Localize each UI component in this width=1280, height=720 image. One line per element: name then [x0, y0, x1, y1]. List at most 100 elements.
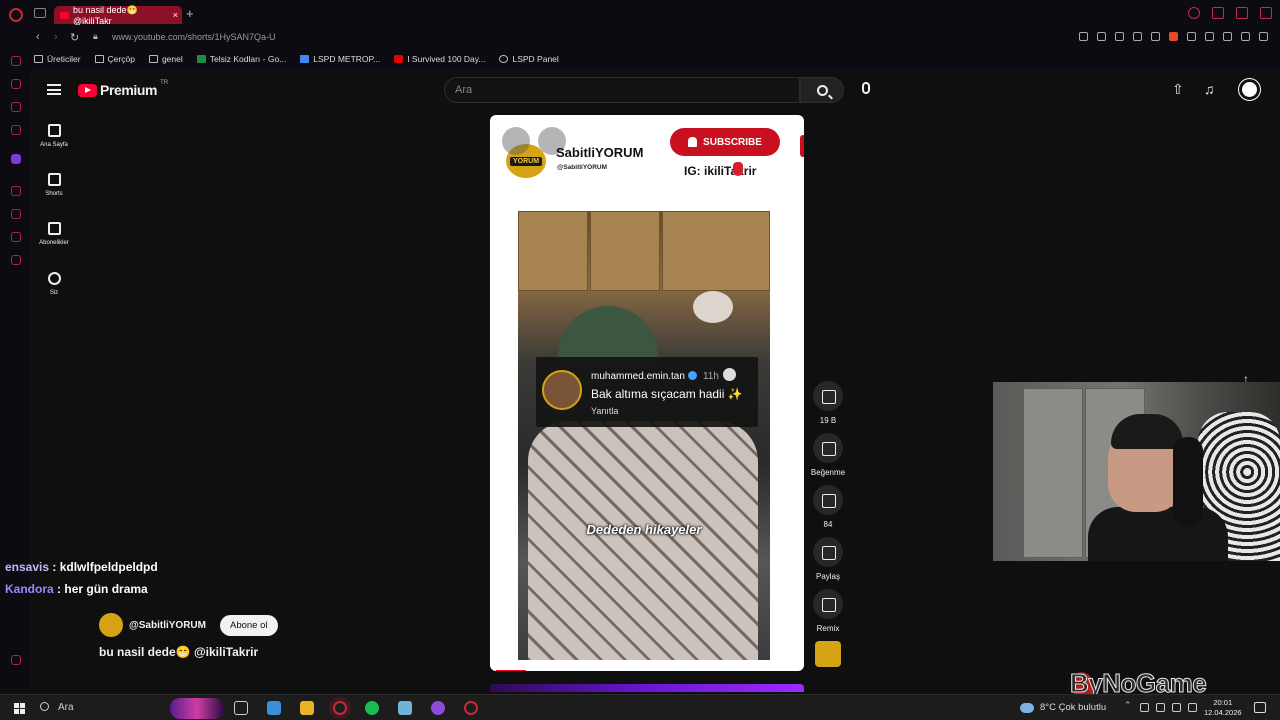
profile-icon[interactable]	[1205, 32, 1214, 41]
folder-icon	[34, 55, 43, 63]
next-short-preview[interactable]	[490, 684, 804, 692]
windows-start-icon[interactable]	[14, 703, 25, 714]
mic-tray-icon[interactable]	[1156, 703, 1165, 712]
gx-icon[interactable]	[11, 655, 21, 665]
guide-label: Shorts	[45, 191, 63, 197]
tab-manager-icon[interactable]	[34, 8, 46, 18]
search-highlight-image[interactable]	[170, 698, 224, 719]
history-icon[interactable]	[11, 209, 21, 219]
tray-app-icon[interactable]	[1140, 703, 1149, 712]
system-clock[interactable]: 20:01 12.04.2026	[1204, 698, 1242, 718]
bookmark-label: LSPD Panel	[512, 54, 559, 64]
extensions-icon[interactable]	[11, 232, 21, 242]
task-view-icon[interactable]	[234, 701, 248, 715]
news-icon[interactable]	[11, 125, 21, 135]
chat-icon[interactable]	[11, 102, 21, 112]
home-icon	[47, 124, 61, 137]
ai-icon[interactable]	[1241, 32, 1250, 41]
play-pause-button[interactable]	[502, 127, 530, 155]
twitch-icon[interactable]	[11, 154, 21, 164]
tab-active[interactable]: bu nasil dede😁 @ikiliTakr ×	[54, 5, 182, 26]
subscriptions-icon	[47, 222, 61, 235]
notifications-bell-icon[interactable]: ♫	[1204, 82, 1215, 96]
maximize-icon[interactable]	[1236, 7, 1248, 19]
extension-icon[interactable]	[1187, 32, 1196, 41]
short-video-player[interactable]: YORUM SabitliYORUM @SabitliYORUM SUBSCRI…	[490, 115, 804, 671]
microphone-icon[interactable]	[862, 82, 870, 94]
kitchen-cabinet	[518, 211, 588, 291]
vpn-icon[interactable]	[398, 701, 412, 715]
channel-avatar[interactable]	[99, 613, 123, 637]
messenger-icon[interactable]	[11, 56, 21, 66]
minimize-icon[interactable]	[1212, 7, 1224, 19]
sound-thumbnail[interactable]	[815, 641, 841, 667]
guide-item-home[interactable]: Ana Sayfa	[30, 124, 78, 148]
snapshot-icon[interactable]	[1097, 32, 1106, 41]
guide-item-shorts[interactable]: Shorts	[30, 173, 78, 197]
network-icon[interactable]	[1172, 703, 1181, 712]
new-tab-button[interactable]: +	[186, 6, 194, 21]
bookmark-item[interactable]: Telsiz Kodları - Go...	[196, 54, 286, 64]
bookmark-label: Üreticiler	[47, 54, 81, 64]
bookmark-item[interactable]: Üreticiler	[34, 54, 81, 64]
bookmark-item[interactable]: genel	[148, 54, 183, 64]
pin-icon[interactable]	[1079, 32, 1088, 41]
channel-handle[interactable]: @SabitliYORUM	[129, 620, 206, 631]
volume-icon[interactable]	[1188, 703, 1197, 712]
webcam-overlay	[993, 382, 1280, 561]
reload-icon[interactable]: ↻	[70, 31, 79, 44]
wardrobe-door	[1023, 388, 1083, 558]
bookmark-item[interactable]: LSPD Panel	[499, 54, 559, 64]
account-avatar[interactable]	[1238, 78, 1261, 101]
dislike-button[interactable]: Beğenme	[808, 433, 848, 477]
extension-fox-icon[interactable]	[1169, 32, 1178, 41]
url-field[interactable]: www.youtube.com/shorts/1HySAN7Qa-U	[112, 32, 276, 42]
remix-button[interactable]: Remix	[808, 589, 848, 633]
chevron-up-icon[interactable]: ⌃	[1124, 700, 1133, 710]
opera-icon[interactable]	[464, 701, 478, 715]
download-icon[interactable]	[1223, 32, 1232, 41]
video-channel-handle: @SabitliYORUM	[557, 164, 608, 171]
bookmark-item[interactable]: LSPD METROP...	[300, 54, 380, 64]
subscribe-button[interactable]: Abone ol	[219, 614, 278, 636]
back-icon[interactable]: ‹	[36, 31, 40, 43]
youtube-logo[interactable]: Premium TR	[78, 80, 168, 98]
sheets-icon	[196, 55, 206, 63]
person-hand	[693, 291, 733, 323]
settings-icon[interactable]	[11, 255, 21, 265]
store-icon[interactable]	[267, 701, 281, 715]
music-icon[interactable]	[11, 186, 21, 196]
search-tabs-icon[interactable]	[1188, 7, 1200, 19]
bookmark-item[interactable]: Çerçöp	[94, 54, 135, 64]
play-icon[interactable]	[1133, 32, 1142, 41]
video-progress-bar[interactable]	[496, 670, 526, 671]
search-input[interactable]: Ara	[444, 77, 800, 103]
hamburger-menu-icon[interactable]	[47, 84, 61, 95]
taskbar-search[interactable]: Ara	[40, 702, 74, 713]
shopping-icon[interactable]	[11, 79, 21, 89]
comments-button[interactable]: 84	[808, 485, 848, 529]
heart-icon[interactable]	[1151, 32, 1160, 41]
like-button[interactable]: 19 B	[808, 381, 848, 425]
guide-item-you[interactable]: Siz	[30, 272, 78, 296]
obs-icon[interactable]	[431, 701, 445, 715]
tab-close-icon[interactable]: ×	[173, 10, 178, 20]
shield-icon[interactable]	[1115, 32, 1124, 41]
spotify-icon[interactable]	[365, 701, 379, 715]
comment-time: 11h	[702, 371, 719, 382]
weather-widget[interactable]: 8°C Çok bulutlu	[1020, 702, 1106, 713]
opera-gx-taskbar-icon[interactable]	[333, 701, 347, 715]
comment-icon	[813, 485, 843, 515]
forward-icon[interactable]: ›	[54, 31, 58, 43]
opera-logo-icon[interactable]	[9, 8, 23, 22]
guide-item-subscriptions[interactable]: Abonelikler	[30, 222, 78, 246]
bookmark-item[interactable]: I Survived 100 Day...	[394, 54, 485, 64]
share-button[interactable]: Paylaş	[808, 537, 848, 581]
search-button[interactable]	[800, 77, 844, 103]
close-window-icon[interactable]	[1260, 7, 1272, 19]
notification-center-icon[interactable]	[1254, 702, 1266, 713]
file-explorer-icon[interactable]	[300, 701, 314, 715]
creator-heart-icon	[722, 368, 736, 381]
menu-icon[interactable]	[1259, 32, 1268, 41]
upload-icon[interactable]: ⇧	[1172, 82, 1184, 96]
